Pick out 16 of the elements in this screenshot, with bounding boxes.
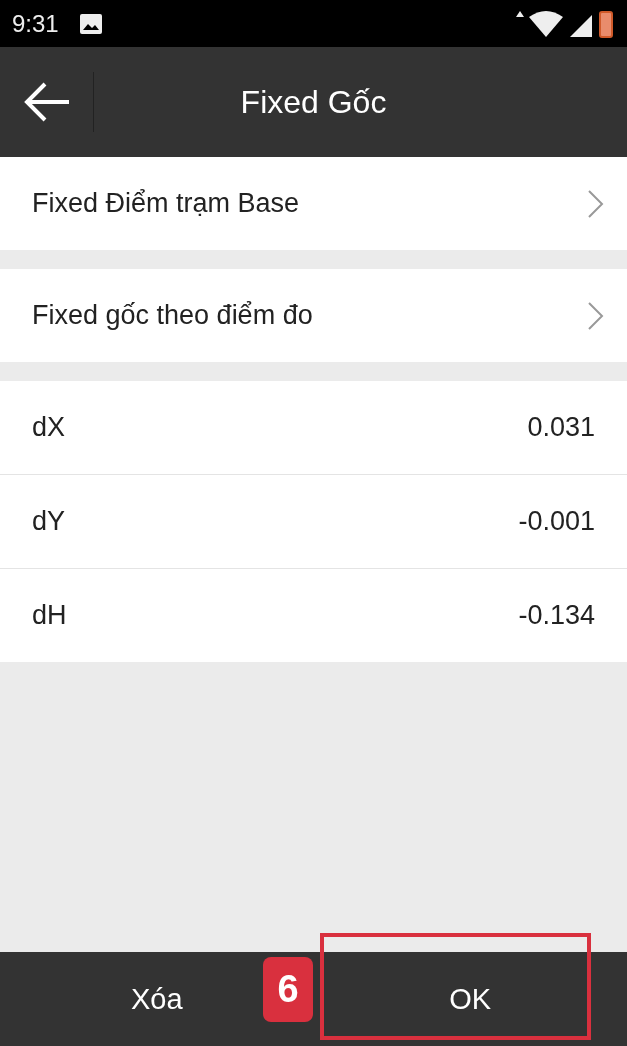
back-arrow-icon bbox=[22, 82, 71, 122]
menu-row[interactable]: Fixed Điểm trạm Base bbox=[0, 157, 627, 250]
image-icon bbox=[78, 12, 103, 35]
status-time: 9:31 bbox=[12, 9, 59, 38]
value-label: dH bbox=[32, 600, 68, 631]
value-text: 0.031 bbox=[527, 412, 595, 443]
step-badge: 6 bbox=[263, 957, 313, 1022]
value-text: -0.001 bbox=[518, 506, 595, 537]
value-label: dX bbox=[32, 412, 67, 443]
chevron-right-icon bbox=[587, 300, 605, 331]
value-text: -0.134 bbox=[518, 600, 595, 631]
action-button[interactable]: OK bbox=[313, 952, 627, 1046]
chevron-right-icon bbox=[587, 188, 605, 219]
menu-row[interactable]: Fixed gốc theo điểm đo bbox=[0, 269, 627, 362]
screen-title: Fixed Gốc bbox=[239, 83, 388, 121]
value-label: dY bbox=[32, 506, 67, 537]
